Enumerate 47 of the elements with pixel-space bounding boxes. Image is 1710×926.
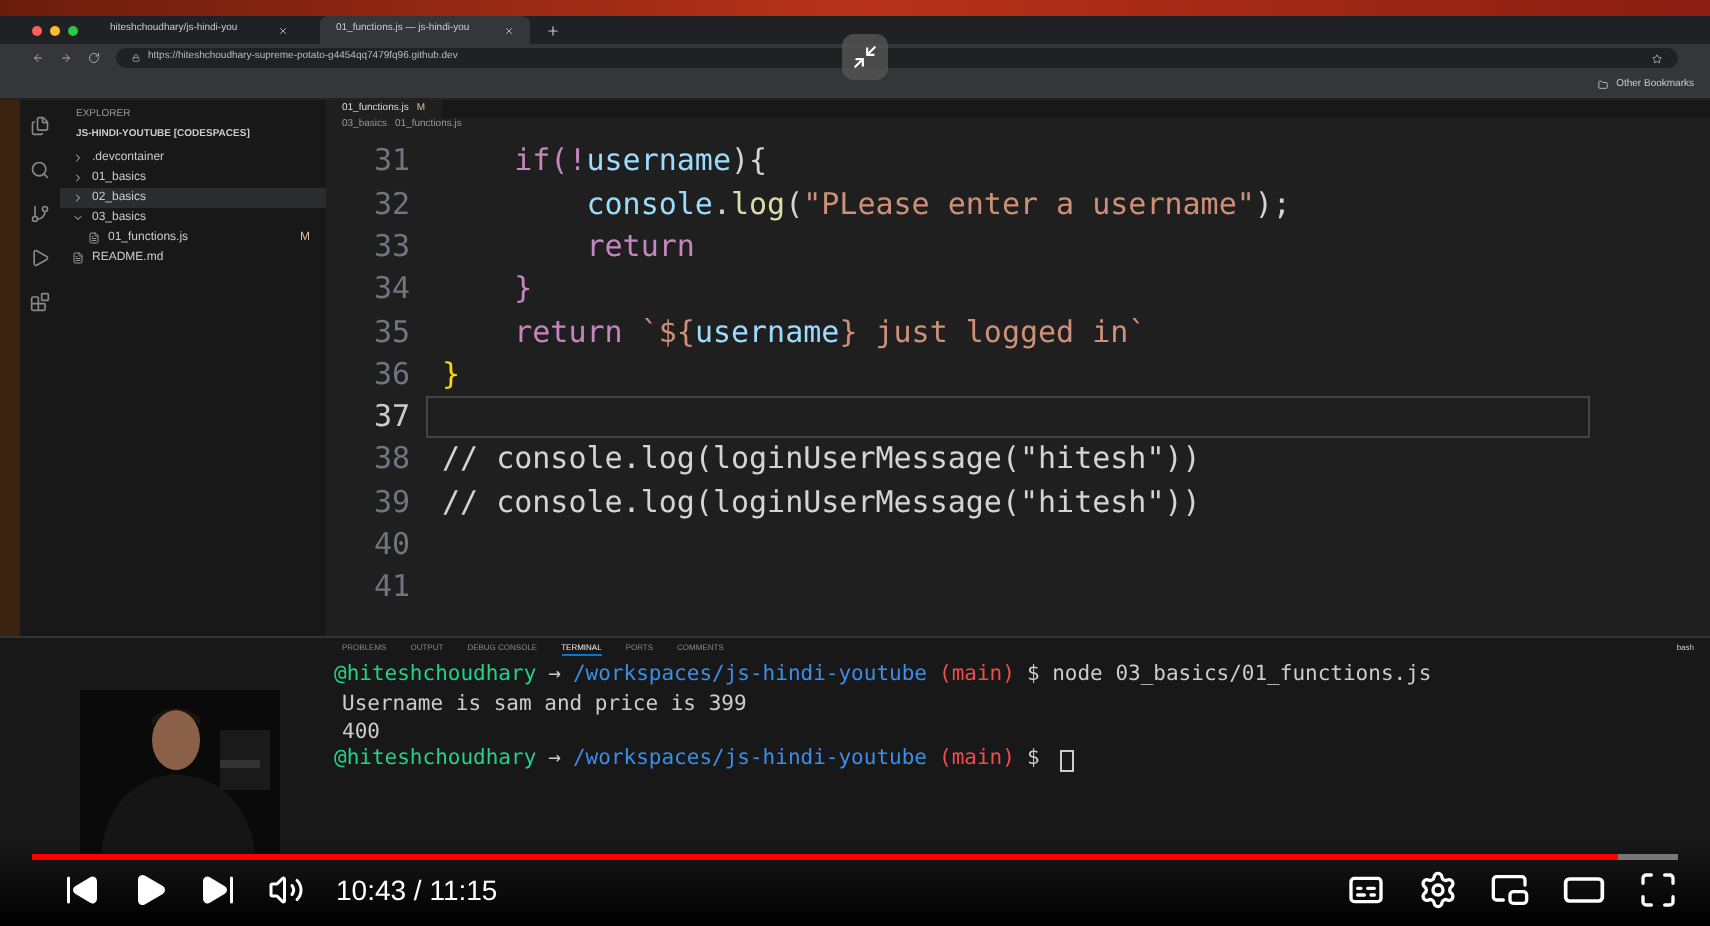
file-icon xyxy=(72,252,84,264)
line-number: 34 xyxy=(371,268,412,311)
line-number: 33 xyxy=(371,226,412,268)
code-line: return `${username} just logged in` xyxy=(512,311,1149,353)
next-icon[interactable] xyxy=(200,872,236,908)
line-number: 40 xyxy=(371,524,412,567)
terminal-line: 400 xyxy=(340,718,382,746)
new-tab-icon[interactable] xyxy=(546,23,560,37)
line-number: 36 xyxy=(371,353,412,396)
fullscreen-icon[interactable] xyxy=(1638,870,1678,910)
code-line: return xyxy=(584,226,697,268)
extensions-icon[interactable] xyxy=(30,292,50,312)
file-icon xyxy=(88,232,100,244)
forward-icon[interactable] xyxy=(60,52,72,64)
line-number: 38 xyxy=(371,438,412,481)
branch-icon[interactable] xyxy=(30,204,50,224)
reload-icon[interactable] xyxy=(88,52,100,64)
miniplayer-icon[interactable] xyxy=(1490,870,1530,910)
terminal-line: Username is sam and price is 399 xyxy=(340,690,749,718)
code-line: console.log("PLease enter a username"); xyxy=(584,183,1293,226)
line-number: 32 xyxy=(371,183,412,226)
lock-icon xyxy=(132,54,140,62)
code-line: if(!username){ xyxy=(512,140,770,183)
previous-icon[interactable] xyxy=(64,872,100,908)
play-icon[interactable] xyxy=(132,872,168,908)
time-display: 10:43 / 11:15 xyxy=(336,871,498,909)
line-number: 41 xyxy=(371,566,412,609)
code-line: } xyxy=(440,353,463,396)
terminal-line: @hiteshchoudhary → /workspaces/js-hindi-youtube (main) $ xyxy=(334,746,1710,774)
line-number: 35 xyxy=(371,311,412,354)
line-number: 37 xyxy=(371,396,412,439)
code-line: // console.log(loginUserMessage("hitesh")) xyxy=(440,438,1203,481)
run-icon[interactable] xyxy=(30,248,50,268)
exit-pip-icon[interactable] xyxy=(842,34,888,80)
settings-icon[interactable] xyxy=(1418,870,1458,910)
volume-icon[interactable] xyxy=(268,872,304,908)
code-line: } xyxy=(512,268,535,311)
code-line: // console.log(loginUserMessage("hitesh")) xyxy=(440,481,1203,524)
star-icon[interactable] xyxy=(1652,53,1662,63)
folder-icon xyxy=(1598,80,1609,90)
back-icon[interactable] xyxy=(32,52,44,64)
line-number: 31 xyxy=(371,140,412,183)
terminal-cursor xyxy=(1059,749,1074,771)
search-icon[interactable] xyxy=(30,160,50,180)
files-icon[interactable] xyxy=(30,116,50,136)
line-number: 39 xyxy=(371,481,412,524)
terminal-line: @hiteshchoudhary → /workspaces/js-hindi-youtube (main) $ node 03_basics/01_functions.js xyxy=(334,662,1434,690)
